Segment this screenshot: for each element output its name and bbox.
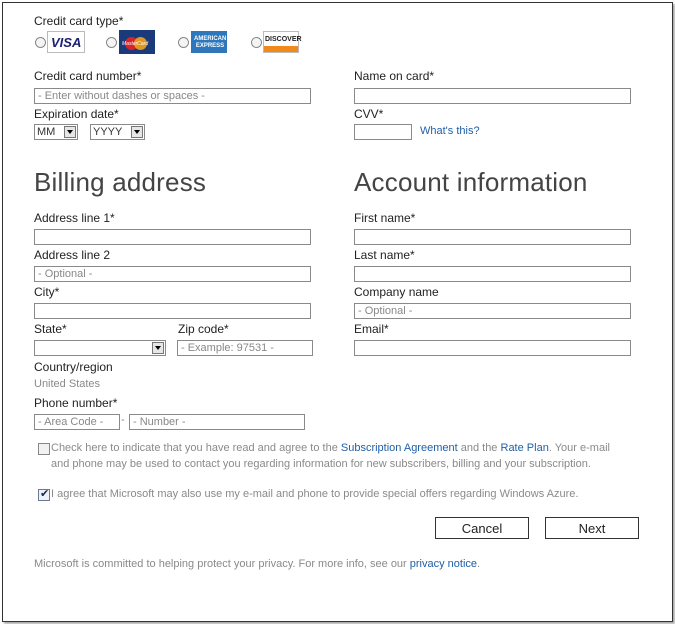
mastercard-text: MasterCard (122, 41, 149, 47)
checkmark-icon: ✔ (40, 488, 50, 500)
whats-this-link[interactable]: What's this? (420, 125, 480, 137)
visa-logo[interactable]: VISA (47, 31, 85, 53)
zip-label: Zip code* (178, 322, 229, 336)
visa-radio[interactable] (35, 37, 46, 48)
last-name-input[interactable] (354, 266, 631, 282)
first-name-label: First name* (354, 211, 416, 225)
address2-input[interactable]: - Optional - (34, 266, 311, 282)
privacy-text-body: Microsoft is committed to helping protec… (34, 558, 410, 570)
area-code-input[interactable]: - Area Code - (34, 414, 120, 430)
agreement-text-and: and the (457, 442, 501, 454)
agreement-text: Check here to indicate that you have rea… (51, 440, 631, 472)
state-select[interactable] (34, 340, 166, 356)
agreement-checkbox[interactable] (38, 443, 50, 455)
cvv-input[interactable] (354, 124, 412, 140)
first-name-input[interactable] (354, 229, 631, 245)
account-heading: Account information (354, 167, 588, 197)
address1-label: Address line 1* (34, 211, 115, 225)
state-label: State* (34, 322, 67, 336)
amex-radio[interactable] (178, 37, 189, 48)
month-value: MM (37, 126, 56, 138)
email-input[interactable] (354, 340, 631, 356)
month-select[interactable]: MM (34, 124, 78, 140)
name-on-card-input[interactable] (354, 88, 631, 104)
discover-orange-bar (264, 46, 298, 52)
phone-number-input[interactable]: - Number - (129, 414, 305, 430)
discover-logo[interactable]: DISCOVER (263, 31, 302, 53)
city-input[interactable] (34, 303, 311, 319)
cancel-button[interactable]: Cancel (435, 517, 529, 539)
last-name-label: Last name* (354, 248, 415, 262)
country-label: Country/region (34, 360, 113, 374)
city-label: City* (34, 285, 60, 299)
card-type-label: Credit card type* (34, 14, 124, 28)
expiration-label: Expiration date* (34, 107, 119, 121)
discover-text: DISCOVER (265, 36, 302, 43)
next-button[interactable]: Next (545, 517, 639, 539)
billing-heading: Billing address (34, 167, 207, 197)
mastercard-logo[interactable]: MasterCard (119, 30, 155, 54)
country-value: United States (34, 378, 101, 390)
chevron-down-icon[interactable] (152, 342, 164, 354)
rate-plan-link[interactable]: Rate Plan (501, 442, 549, 454)
amex-logo[interactable]: AMERICAN EXPRESS (191, 31, 227, 53)
card-number-label: Credit card number* (34, 69, 142, 83)
privacy-period: . (477, 558, 481, 570)
privacy-notice-link[interactable]: privacy notice (410, 558, 477, 570)
offers-checkbox[interactable]: ✔ (38, 488, 50, 501)
address2-label: Address line 2 (34, 248, 111, 262)
mastercard-radio[interactable] (106, 37, 117, 48)
phone-label: Phone number* (34, 396, 118, 410)
year-value: YYYY (93, 126, 123, 138)
address1-input[interactable] (34, 229, 311, 245)
signup-form: Credit card type* VISA MasterCard AMERIC… (2, 2, 673, 622)
chevron-down-icon[interactable] (64, 126, 76, 138)
subscription-agreement-link[interactable]: Subscription Agreement (341, 442, 458, 454)
company-input[interactable]: - Optional - (354, 303, 631, 319)
visa-text: VISA (51, 35, 82, 50)
name-on-card-label: Name on card* (354, 69, 435, 83)
phone-dash: - (121, 414, 125, 426)
discover-radio[interactable] (251, 37, 262, 48)
year-select[interactable]: YYYY (90, 124, 145, 140)
card-number-input[interactable]: - Enter without dashes or spaces - (34, 88, 311, 104)
email-label: Email* (354, 322, 389, 336)
chevron-down-icon[interactable] (131, 126, 143, 138)
zip-input[interactable]: - Example: 97531 - (177, 340, 313, 356)
cvv-label: CVV* (354, 107, 384, 121)
amex-text: AMERICAN EXPRESS (194, 36, 227, 49)
company-label: Company name (354, 285, 439, 299)
agreement-text-before: Check here to indicate that you have rea… (51, 442, 341, 454)
offers-text: I agree that Microsoft may also use my e… (51, 488, 579, 500)
privacy-text: Microsoft is committed to helping protec… (34, 558, 480, 570)
